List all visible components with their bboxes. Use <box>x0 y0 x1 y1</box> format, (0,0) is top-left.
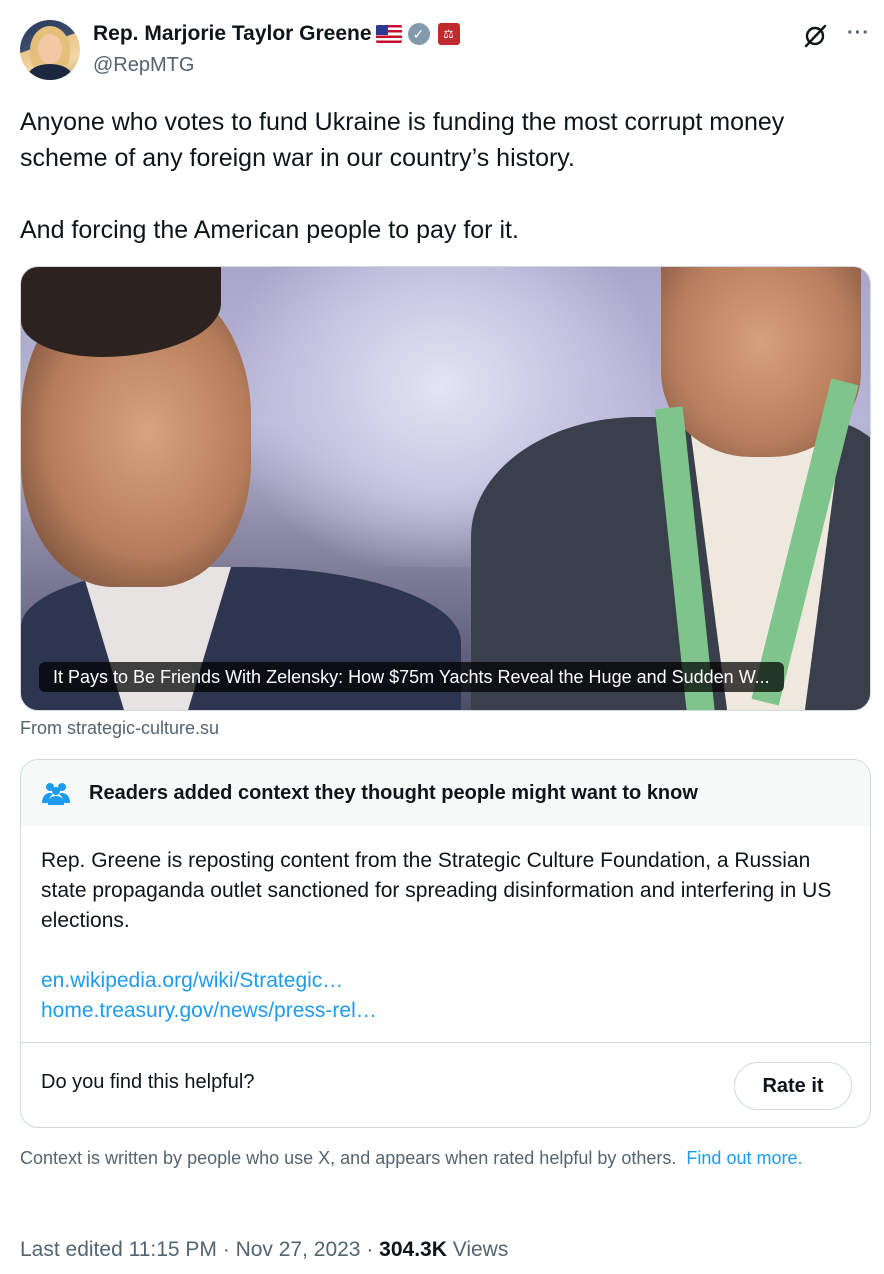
author-display-name[interactable]: Rep. Marjorie Taylor Greene <box>93 22 372 46</box>
community-note-header: Readers added context they thought peopl… <box>21 760 870 826</box>
author-handle[interactable]: @RepMTG <box>93 54 194 77</box>
tweet-text: Anyone who votes to fund Ukraine is fund… <box>20 104 865 248</box>
us-flag-icon <box>375 25 402 43</box>
community-note-link-treasury[interactable]: home.treasury.gov/news/press-rel… <box>41 996 850 1026</box>
link-source[interactable]: From strategic-culture.su <box>20 718 219 739</box>
tweet-paragraph: And forcing the American people to pay f… <box>20 216 519 244</box>
divider <box>21 1042 870 1043</box>
context-disclaimer: Context is written by people who use X, … <box>20 1146 865 1170</box>
link-card-title[interactable]: It Pays to Be Friends With Zelensky: How… <box>39 662 784 692</box>
government-affiliation-icon[interactable]: ⚖ <box>437 23 460 45</box>
people-icon <box>42 783 70 805</box>
author-name-row: Rep. Marjorie Taylor Greene ✓ ⚖ <box>93 22 460 46</box>
more-icon[interactable]: ··· <box>847 22 870 45</box>
community-note: Readers added context they thought peopl… <box>20 759 871 1128</box>
community-note-text: Rep. Greene is reposting content from th… <box>41 849 832 932</box>
find-out-more-link[interactable]: Find out more. <box>686 1148 802 1168</box>
community-note-title: Readers added context they thought peopl… <box>89 781 698 804</box>
helpful-question: Do you find this helpful? <box>41 1071 255 1093</box>
edited-timestamp[interactable]: Last edited 11:15 PM · Nov 27, 2023 · <box>20 1238 379 1261</box>
community-note-body: Rep. Greene is reposting content from th… <box>21 826 870 1026</box>
rate-it-button[interactable]: Rate it <box>734 1062 852 1110</box>
tweet-meta: Last edited 11:15 PM · Nov 27, 2023 · 30… <box>20 1238 508 1262</box>
community-note-link-wikipedia[interactable]: en.wikipedia.org/wiki/Strategic… <box>41 966 850 996</box>
tweet-header: Rep. Marjorie Taylor Greene ✓ ⚖ @RepMTG … <box>20 20 870 80</box>
context-disclaimer-text: Context is written by people who use X, … <box>20 1148 677 1168</box>
avatar[interactable] <box>20 20 80 80</box>
views-label: Views <box>446 1238 509 1261</box>
verified-badge-icon[interactable]: ✓ <box>407 23 430 45</box>
grok-icon[interactable] <box>802 23 828 49</box>
tweet-paragraph: Anyone who votes to fund Ukraine is fund… <box>20 108 785 172</box>
link-card-image[interactable]: It Pays to Be Friends With Zelensky: How… <box>20 266 871 711</box>
views-count: 304.3K <box>379 1238 447 1261</box>
